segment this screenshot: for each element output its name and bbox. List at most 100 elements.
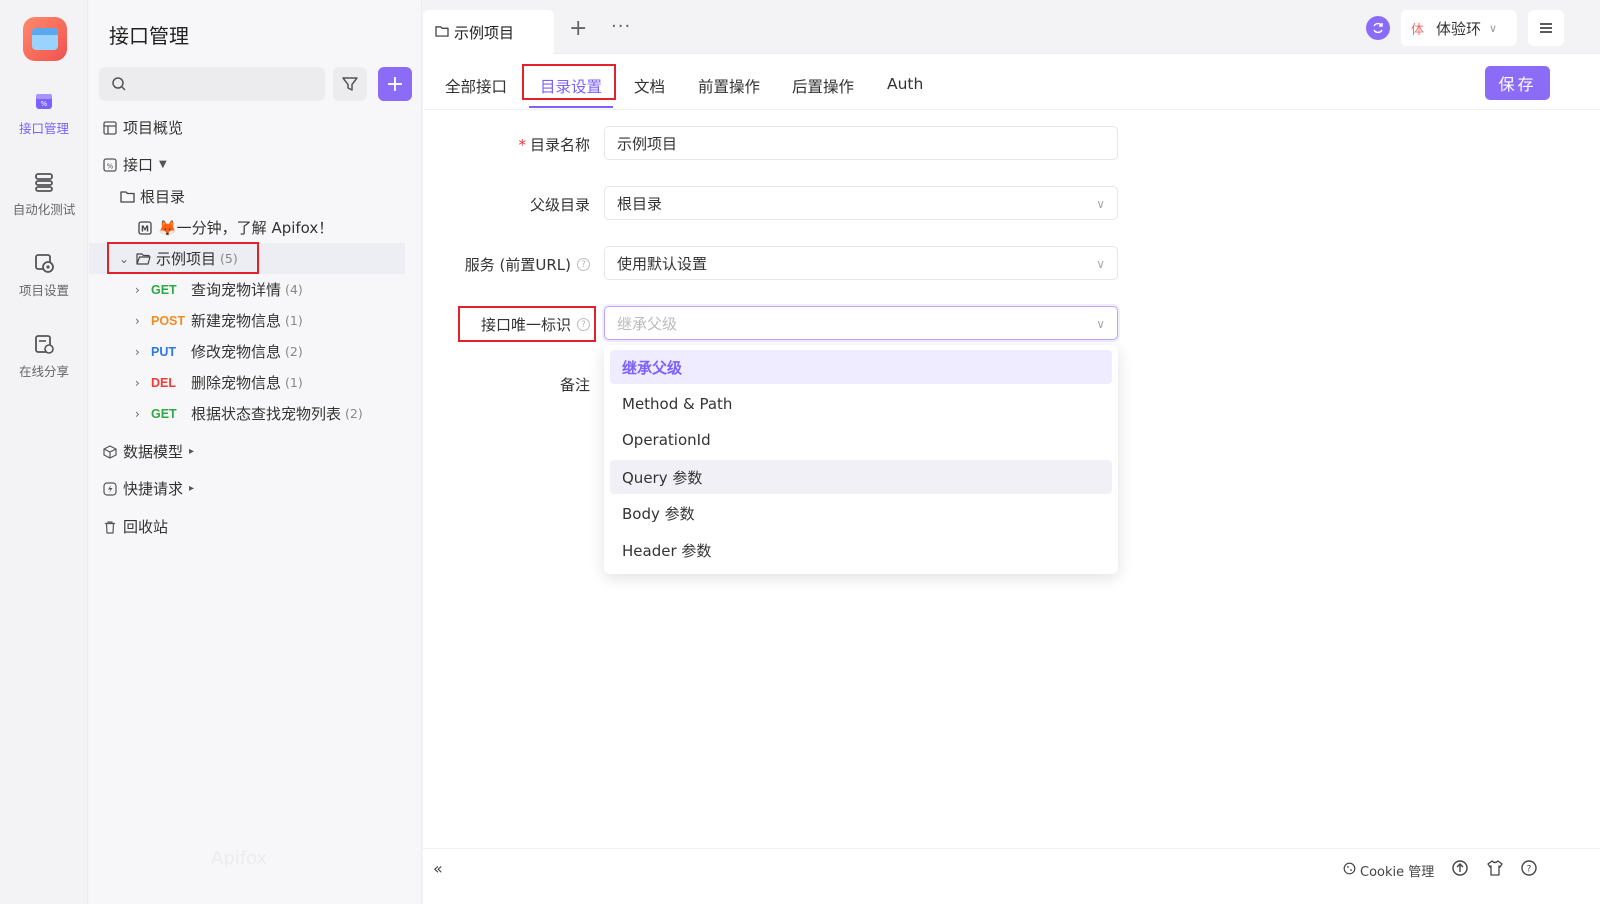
top-bar: 示例项目 + ··· 体 体验环 ∨ [423,0,1600,54]
active-tab-indicator [529,106,613,108]
item-count: (4) [285,282,303,297]
help-icon[interactable]: ? [577,258,590,271]
rail-item-api[interactable]: % 接口管理 [0,90,88,137]
field-placeholder: 继承父级 [617,313,677,334]
endpoint-row[interactable]: › GET 查询宠物详情 (4) [89,274,422,305]
chevron-down-icon: ∨ [1096,317,1105,331]
tree-item-label: 项目概览 [123,117,183,138]
settings-icon [33,252,55,274]
new-tab-button[interactable]: + [569,16,587,41]
collapse-sidebar-icon[interactable]: « [433,859,443,878]
svg-text:?: ? [1527,865,1532,875]
dropdown-option[interactable]: Query 参数 [610,460,1112,494]
directory-name-input[interactable]: 示例项目 [604,126,1118,160]
unique-id-select[interactable]: 继承父级 ∨ [604,306,1118,340]
chevron-down-icon: ∨ [1489,22,1497,35]
endpoint-row[interactable]: › POST 新建宠物信息 (1) [89,305,422,336]
search-box[interactable] [99,67,325,101]
theme-shirt-icon[interactable] [1486,859,1504,877]
tab-auth[interactable]: Auth [887,75,923,93]
cookie-manager-button[interactable]: Cookie 管理 [1343,861,1434,880]
tree-item-intro-doc[interactable]: M 🦊一分钟，了解 Apifox！ [89,212,422,243]
environment-badge: 体 [1411,19,1424,38]
item-count: (1) [285,313,303,328]
rail-item-label: 自动化测试 [13,202,76,217]
svg-text:%: % [41,100,48,108]
method-badge: DEL [151,376,191,390]
tree-item-quick-requests[interactable]: 快捷请求 ▸ [89,473,422,504]
search-input[interactable] [133,67,318,101]
bottom-bar: « Cookie 管理 ? [423,848,1600,888]
rail-item-automation[interactable]: 自动化测试 [0,171,88,218]
tab-all-interfaces[interactable]: 全部接口 [445,75,507,97]
chevron-right-icon: › [135,345,151,359]
highlight-box [107,242,259,274]
parent-directory-select[interactable]: 根目录 ∨ [604,186,1118,220]
method-badge: POST [151,314,191,328]
required-mark: * [518,136,526,154]
cookie-icon [1343,862,1356,879]
label-text: 父级目录 [530,194,590,215]
method-badge: GET [151,283,191,297]
service-select[interactable]: 使用默认设置 ∨ [604,246,1118,280]
endpoint-label: 删除宠物信息 [191,372,281,393]
trash-icon [102,519,118,535]
field-value: 使用默认设置 [617,253,707,274]
api-icon: % [102,157,118,173]
tree-item-label: 根目录 [140,186,185,207]
service-label: 服务 (前置URL) ? [465,254,590,275]
unique-id-dropdown: 继承父级 Method & Path OperationId Query 参数 … [604,345,1118,574]
tab-pre-operations[interactable]: 前置操作 [698,75,760,97]
svg-text:M: M [141,224,149,233]
endpoint-row[interactable]: › GET 根据状态查找宠物列表 (2) [89,398,422,429]
endpoint-label: 新建宠物信息 [191,310,281,331]
chevron-right-icon: › [135,314,151,328]
rail-item-label: 项目设置 [19,283,69,298]
method-badge: GET [151,407,191,421]
tab-docs[interactable]: 文档 [634,75,665,97]
chevron-down-icon: ∨ [1096,257,1105,271]
caret-right-icon: ▸ [189,446,194,457]
sync-icon[interactable] [1366,16,1390,40]
endpoint-label: 修改宠物信息 [191,341,281,362]
tree-item-data-models[interactable]: 数据模型 ▸ [89,436,422,467]
dropdown-option[interactable]: Method & Path [610,387,1112,421]
add-button[interactable]: + [378,67,412,101]
save-button[interactable]: 保存 [1485,66,1550,100]
item-count: (1) [285,375,303,390]
tree-item-label: 数据模型 [123,441,183,462]
directory-name-label: * 目录名称 [518,134,590,155]
environment-name: 体验环 [1436,18,1481,39]
rail-item-share[interactable]: 在线分享 [0,333,88,380]
left-rail: % 接口管理 自动化测试 项目设置 在线分享 [0,0,88,904]
hamburger-icon [1539,22,1553,34]
rail-item-settings[interactable]: 项目设置 [0,252,88,299]
search-icon [111,76,127,92]
note-label: 备注 [560,374,590,395]
dropdown-option[interactable]: 继承父级 [610,350,1112,384]
tree-item-trash[interactable]: 回收站 [89,511,422,542]
environment-select[interactable]: 体 体验环 ∨ [1401,10,1517,46]
tree-item-interfaces[interactable]: % 接口 ▼ [89,149,422,180]
upload-icon[interactable] [1451,859,1469,877]
svg-text:%: % [107,162,114,170]
dropdown-option[interactable]: OperationId [610,423,1112,457]
tab-example-project[interactable]: 示例项目 [423,10,554,54]
dropdown-option[interactable]: Header 参数 [610,533,1112,567]
menu-button[interactable] [1528,10,1564,46]
more-tabs-button[interactable]: ··· [611,16,631,37]
endpoint-row[interactable]: › DEL 删除宠物信息 (1) [89,367,422,398]
filter-button[interactable] [333,67,367,101]
folder-icon [435,23,449,41]
tree-item-label: 回收站 [123,516,168,537]
help-icon[interactable]: ? [1520,859,1538,877]
chevron-down-icon: ∨ [1096,197,1105,211]
tree-item-overview[interactable]: 项目概览 [89,112,422,143]
tree-item-root[interactable]: 根目录 [89,181,422,212]
dropdown-option[interactable]: Body 参数 [610,496,1112,530]
method-badge: PUT [151,345,191,359]
tab-post-operations[interactable]: 后置操作 [792,75,854,97]
endpoint-row[interactable]: › PUT 修改宠物信息 (2) [89,336,422,367]
sidebar-title: 接口管理 [109,20,189,49]
field-value: 根目录 [617,193,662,214]
